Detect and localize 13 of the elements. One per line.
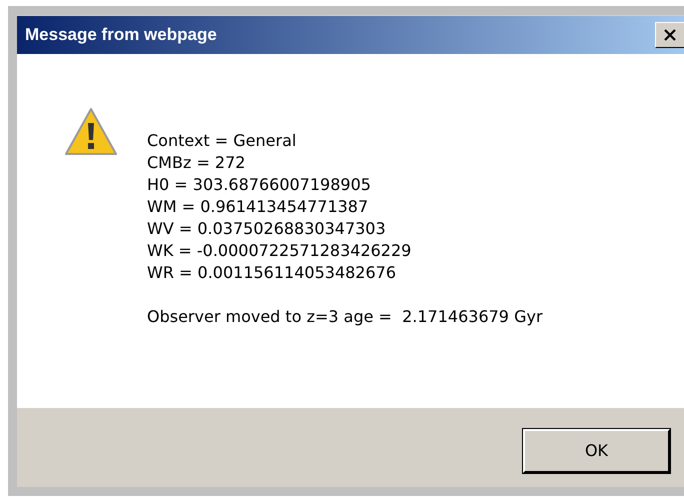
close-button[interactable] [655, 22, 684, 48]
message-line: WM = 0.961413454771387 [147, 196, 370, 218]
message-line: Context = General [147, 130, 298, 152]
message-line: CMBz = 272 [147, 152, 246, 174]
warning-icon [63, 106, 119, 158]
message-line: WV = 0.03750268830347303 [147, 218, 387, 240]
result-message: Observer moved to z=3 age = 2.171463679 Gyr [147, 306, 543, 328]
window-title: Message from webpage [25, 24, 217, 46]
message-line: WK = -0.0000722571283426229 [147, 240, 412, 262]
close-icon [663, 28, 677, 42]
message-line: H0 = 303.68766007198905 [147, 174, 372, 196]
message-line: WR = 0.001156114053482676 [147, 262, 398, 284]
ok-button[interactable]: OK [523, 429, 670, 473]
